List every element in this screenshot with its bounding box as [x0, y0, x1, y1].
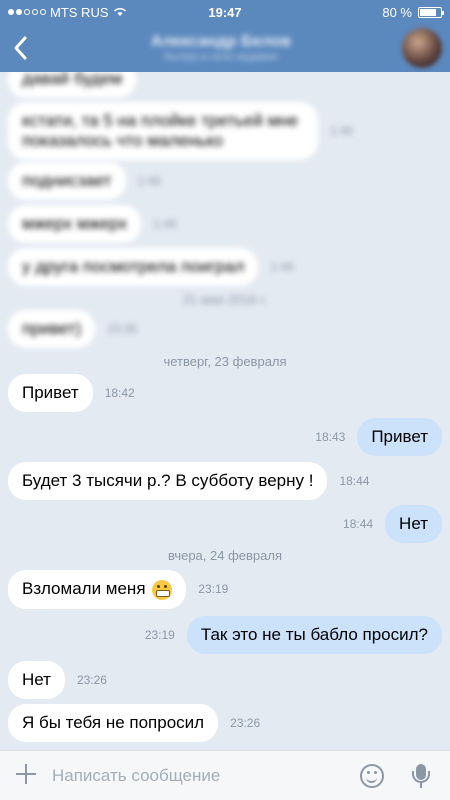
signal-icon: [8, 9, 46, 15]
message-incoming-blurred: мжерх мжерх 1:46: [8, 205, 177, 243]
contact-info[interactable]: Александр Белов был(а) в сети недавно: [40, 33, 402, 63]
message-incoming[interactable]: Привет 18:42: [8, 374, 135, 412]
date-separator: вчера, 24 февраля: [168, 548, 282, 563]
message-incoming-blurred: поднисзает 1:46: [8, 162, 161, 200]
message-text: Я бы тебя не попросил: [8, 704, 219, 742]
message-incoming[interactable]: Будет 3 тысячи р.? В субботу верну ! 18:…: [8, 462, 369, 500]
message-time: 23:26: [76, 673, 107, 687]
message-incoming[interactable]: Взломали меня 23:19: [8, 570, 228, 609]
wifi-icon: [113, 8, 126, 16]
avatar[interactable]: [402, 28, 442, 68]
attach-button[interactable]: [0, 759, 52, 793]
contact-name: Александр Белов: [150, 33, 292, 50]
message-text: Нет: [385, 505, 442, 543]
message-outgoing[interactable]: 18:44 Нет: [343, 505, 442, 543]
message-text-with-emoji: Взломали меня: [8, 570, 187, 609]
message-input[interactable]: [52, 758, 360, 793]
date-separator: четверг, 23 февраля: [163, 354, 287, 369]
message-text: Привет: [8, 374, 93, 412]
message-text: Нет: [8, 661, 65, 699]
battery-icon: [418, 6, 444, 18]
grimacing-face-icon: [152, 579, 173, 600]
date-separator-blurred: 21 мая 2016 г.: [182, 292, 268, 307]
message-incoming[interactable]: Я бы тебя не попросил 23:26: [8, 704, 260, 742]
message-text: Будет 3 тысячи р.? В субботу верну !: [8, 462, 328, 500]
chevron-left-icon: [14, 36, 27, 60]
message-text: Привет: [357, 418, 442, 456]
compose-bar: [0, 750, 450, 800]
status-right: 80 %: [382, 4, 444, 20]
plus-icon: [16, 763, 36, 784]
message-incoming-blurred: кстати, та 5 на плойке третьей мне показ…: [8, 102, 353, 160]
message-time: 23:19: [198, 582, 229, 597]
emoji-button[interactable]: [360, 763, 384, 788]
message-time: 18:43: [315, 430, 346, 444]
carrier-label: MTS RUS: [50, 4, 109, 20]
message-outgoing[interactable]: 18:43 Привет: [315, 418, 442, 456]
microphone-button[interactable]: [406, 761, 436, 791]
message-incoming[interactable]: Нет 23:26: [8, 661, 107, 699]
message-text: Так это не ты бабло просил?: [186, 616, 442, 654]
message-incoming-blurred: давай будем: [8, 72, 137, 98]
message-time: 18:44: [339, 474, 370, 488]
message-incoming-blurred: у друга посмотрела поиграл 1:46: [8, 248, 294, 286]
contact-status: был(а) в сети недавно: [163, 51, 279, 63]
back-button[interactable]: [0, 24, 40, 72]
status-left: MTS RUS: [8, 5, 127, 20]
chat-header: Александр Белов был(а) в сети недавно: [0, 24, 450, 72]
message-text: Взломали меня: [22, 579, 146, 598]
message-time: 23:19: [144, 628, 175, 642]
status-bar: MTS RUS 19:47 80 %: [0, 0, 450, 24]
message-list[interactable]: давай будем кстати, та 5 на плойке треть…: [0, 72, 450, 750]
message-outgoing[interactable]: 23:19 Так это не ты бабло просил?: [145, 616, 442, 654]
message-time: 18:44: [343, 517, 374, 531]
battery-fill: [420, 8, 436, 16]
message-time: 18:42: [104, 386, 135, 400]
message-incoming-blurred: привет) 23:35: [8, 310, 137, 348]
message-time: 23:26: [230, 716, 261, 730]
battery-label: 80 %: [382, 4, 412, 20]
